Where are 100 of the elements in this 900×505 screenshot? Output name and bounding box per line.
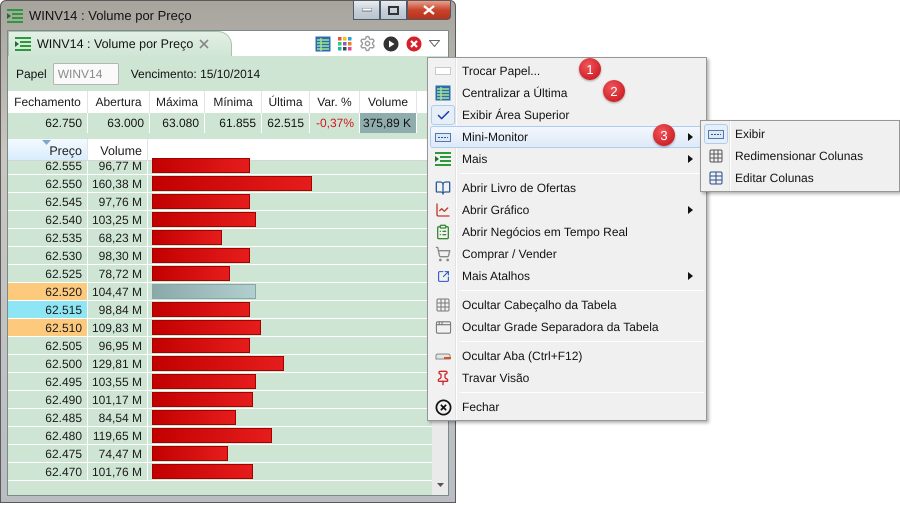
- summary-cell: 375,89 K: [360, 113, 417, 133]
- price-cell: 62.505: [8, 337, 88, 355]
- menu-item[interactable]: Abrir Negócios em Tempo Real: [430, 221, 704, 243]
- price-cell: 62.490: [8, 391, 88, 409]
- menu-item[interactable]: Abrir Gráfico: [430, 199, 704, 221]
- settings-icon[interactable]: [359, 35, 376, 52]
- close-icon[interactable]: [406, 36, 422, 52]
- price-cell: 62.510: [8, 319, 88, 337]
- number-badge: 1: [579, 58, 601, 80]
- price-cell: 62.500: [8, 355, 88, 373]
- menu-item[interactable]: Redimensionar Colunas: [703, 145, 897, 167]
- summary-cell: 61.855: [205, 113, 262, 133]
- close-icon: [423, 5, 435, 15]
- menu-item[interactable]: Abrir Livro de Ofertas: [430, 177, 704, 199]
- book-icon: [435, 180, 451, 196]
- price-cell: 62.485: [8, 409, 88, 427]
- bar-icon: [435, 132, 451, 142]
- list-icon: [435, 152, 451, 166]
- menu-item[interactable]: Comprar / Vender: [430, 243, 704, 265]
- column-header[interactable]: Volume: [88, 139, 148, 161]
- volume-cell: 104,47 M: [88, 283, 148, 301]
- menu-item[interactable]: Travar Visão: [430, 367, 704, 389]
- menu-item[interactable]: Centralizar a Última 2: [430, 82, 704, 104]
- scroll-down-icon[interactable]: [436, 483, 444, 487]
- close-icon: [434, 398, 452, 416]
- close-icon[interactable]: [199, 39, 210, 49]
- volume-cell: 98,30 M: [88, 247, 148, 265]
- column-header: Fechamento: [8, 91, 88, 113]
- menu-item[interactable]: Mais: [430, 148, 704, 170]
- tab-icon: [435, 352, 451, 360]
- price-cell: 62.555: [8, 157, 88, 175]
- menu-item[interactable]: Fechar: [430, 396, 704, 418]
- volume-cell: 109,83 M: [88, 319, 148, 337]
- window-icon: [434, 318, 452, 336]
- maximize-icon: [388, 6, 399, 14]
- volume-cell: 103,55 M: [88, 373, 148, 391]
- list-icon: [435, 224, 451, 240]
- column-header[interactable]: Preço: [8, 139, 88, 161]
- volume-cell: 97,76 M: [88, 193, 148, 211]
- list-icon: [15, 37, 31, 51]
- table-icon: [435, 85, 451, 101]
- sort-indicator-icon: [42, 140, 51, 145]
- view-tab[interactable]: WINV14 : Volume por Preço: [8, 31, 232, 56]
- price-cell: 62.530: [8, 247, 88, 265]
- close-button[interactable]: [407, 1, 451, 20]
- column-header: Abertura: [88, 91, 150, 113]
- minimize-button[interactable]: [353, 1, 380, 20]
- pin-icon: [435, 370, 451, 386]
- number-badge: 3: [653, 124, 675, 146]
- papel-label: Papel: [16, 67, 47, 81]
- volume-cell: 160,38 M: [88, 175, 148, 193]
- menu-item[interactable]: Ocultar Cabeçalho da Tabela: [430, 294, 704, 316]
- expiry-date-text: Vencimento: 15/10/2014: [130, 67, 260, 81]
- volume-cell: 74,47 M: [88, 445, 148, 463]
- summary-cell: 63.000: [88, 113, 150, 133]
- grid-icon: [435, 297, 451, 313]
- window-title: WINV14 : Volume por Preço: [29, 8, 193, 23]
- table-icon: [708, 170, 724, 186]
- arrow-square-icon: [436, 270, 450, 282]
- chart-icon: [435, 202, 451, 218]
- menu-item[interactable]: Mais Atalhos: [430, 265, 704, 287]
- volume-cell: 101,17 M: [88, 391, 148, 409]
- price-cell: 62.475: [8, 445, 88, 463]
- volume-cell: 98,84 M: [88, 301, 148, 319]
- table-icon: [315, 36, 331, 52]
- price-cell: 62.550: [8, 175, 88, 193]
- field-icon: [435, 67, 451, 75]
- price-cell: 62.480: [8, 427, 88, 445]
- price-cell: 62.540: [8, 211, 88, 229]
- bar-icon: [708, 130, 724, 138]
- volume-cell: 96,77 M: [88, 157, 148, 175]
- price-cell: 62.515: [8, 301, 88, 319]
- menu-item[interactable]: Exibir: [703, 123, 897, 145]
- column-header: Última: [262, 91, 310, 113]
- volume-cell: 129,81 M: [88, 355, 148, 373]
- menu-item[interactable]: Ocultar Aba (Ctrl+F12): [430, 345, 704, 367]
- price-cell: 62.470: [8, 463, 88, 481]
- menu-item[interactable]: Editar Colunas: [703, 167, 897, 189]
- menu-item[interactable]: Exibir Área Superior: [430, 104, 704, 126]
- column-header: Mínima: [205, 91, 262, 113]
- volume-cell: 78,72 M: [88, 265, 148, 283]
- summary-cell: 62.515: [262, 113, 310, 133]
- menu-item[interactable]: Ocultar Grade Separadora da Tabela: [430, 316, 704, 338]
- dropdown-icon[interactable]: [429, 40, 440, 47]
- menu-item[interactable]: Trocar Papel... 1: [430, 60, 704, 82]
- play-icon[interactable]: [383, 36, 399, 52]
- column-header: Var. %: [310, 91, 360, 113]
- summary-cell: 62.750: [8, 113, 88, 133]
- number-badge: 2: [603, 80, 625, 102]
- maximize-button[interactable]: [380, 1, 407, 20]
- color-grid-icon[interactable]: [338, 36, 352, 50]
- column-header: Máxima: [150, 91, 205, 113]
- volume-cell: 96,95 M: [88, 337, 148, 355]
- price-cell: 62.535: [8, 229, 88, 247]
- volume-cell: 119,65 M: [88, 427, 148, 445]
- column-header: Volume: [360, 91, 417, 113]
- cart-icon: [435, 246, 451, 262]
- list-icon: [7, 8, 23, 22]
- volume-cell: 101,76 M: [88, 463, 148, 481]
- price-cell: 62.495: [8, 373, 88, 391]
